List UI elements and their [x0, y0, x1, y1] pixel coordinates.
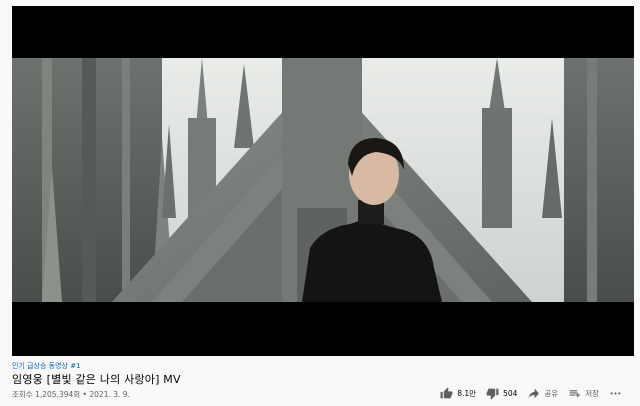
dislike-count: 504	[503, 389, 518, 398]
more-actions-button[interactable]	[609, 387, 622, 400]
video-stats: 조회수 1,205,394회 • 2021. 3. 9.	[12, 389, 130, 400]
share-label: 공유	[544, 389, 559, 398]
thumb-down-icon	[486, 388, 499, 400]
dislike-button[interactable]: 504	[486, 387, 517, 400]
upload-date: 2021. 3. 9.	[89, 390, 130, 399]
view-count: 조회수 1,205,394회	[12, 390, 81, 399]
video-title: 임영웅 [별빛 같은 나의 사랑아] MV	[12, 373, 181, 386]
thumb-up-icon	[440, 387, 453, 399]
share-button[interactable]: 공유	[527, 387, 558, 400]
share-icon	[529, 388, 540, 399]
action-bar: 8.1만 504 공유 저장	[440, 387, 622, 400]
like-count: 8.1만	[457, 389, 477, 398]
video-info: 인기 급상승 동영상 #1 임영웅 [별빛 같은 나의 사랑아] MV 조회수 …	[12, 356, 634, 406]
like-button[interactable]: 8.1만	[440, 387, 476, 400]
save-button[interactable]: 저장	[568, 387, 599, 400]
video-frame	[12, 58, 634, 302]
save-label: 저장	[585, 389, 599, 398]
video-player[interactable]	[12, 6, 634, 356]
stats-separator: •	[82, 390, 87, 399]
save-playlist-icon	[569, 390, 581, 398]
more-icon	[610, 392, 621, 395]
trending-tag-link[interactable]: 인기 급상승 동영상 #1	[12, 361, 81, 371]
